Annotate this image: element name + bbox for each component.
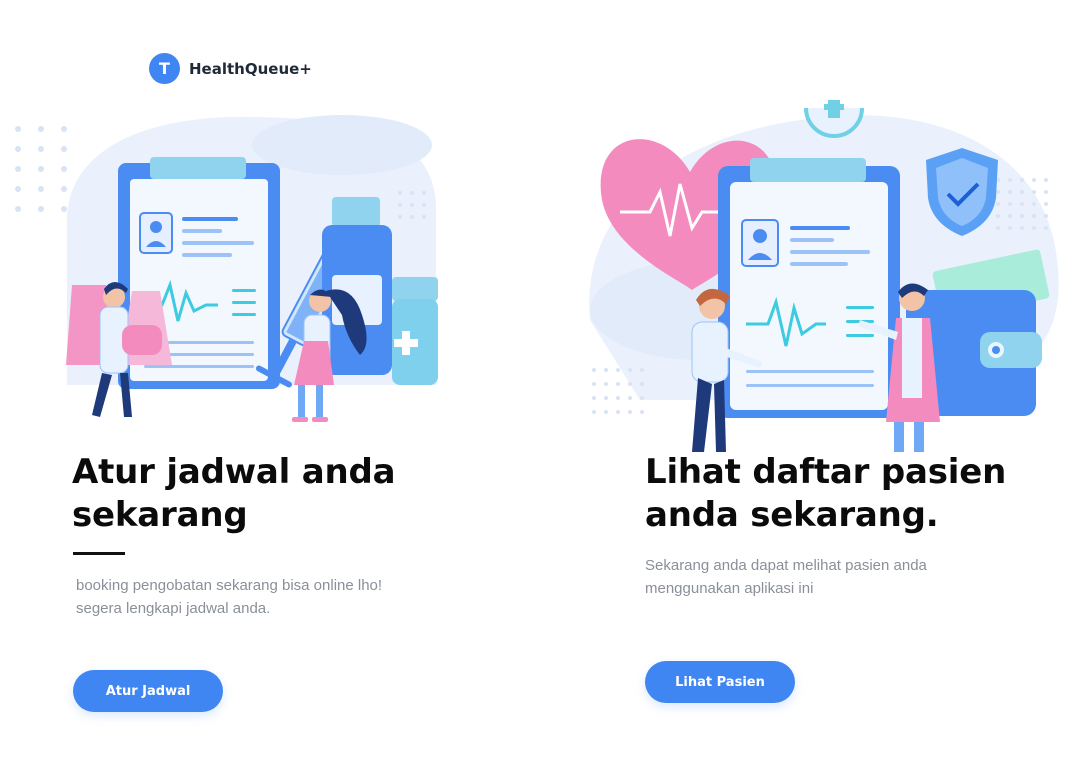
schedule-description-line2: segera lengkapi jadwal anda. [76,600,271,617]
logo-badge: T [149,53,180,84]
patients-heading-line1: Lihat daftar pasien [645,452,1007,492]
schedule-heading-line2: sekarang [72,495,248,535]
schedule-illustration [15,115,438,422]
schedule-button[interactable]: Atur Jadwal [73,670,223,712]
view-patients-button[interactable]: Lihat Pasien [645,661,795,703]
schedule-description-line1: booking pengobatan sekarang bisa online … [76,577,383,594]
schedule-heading-line1: Atur jadwal anda [72,452,396,492]
patients-description-line2: menggunakan aplikasi ini [645,580,814,597]
clipboard [718,158,900,418]
schedule-description: booking pengobatan sekarang bisa online … [76,574,436,620]
app-name: HealthQueue+ [189,59,312,78]
dot-grid-decoration [15,126,67,212]
patients-illustration [589,100,1059,452]
schedule-heading: Atur jadwal anda sekarang [72,451,472,537]
patients-heading-line2: anda sekarang. [645,495,939,535]
patients-description: Sekarang anda dapat melihat pasien anda … [645,554,985,600]
patients-heading: Lihat daftar pasien anda sekarang. [645,451,1065,537]
app-logo[interactable]: T HealthQueue+ [149,53,312,84]
plus-badge-icon [804,100,864,138]
heading-divider [73,552,125,555]
patients-description-line1: Sekarang anda dapat melihat pasien anda [645,557,927,574]
